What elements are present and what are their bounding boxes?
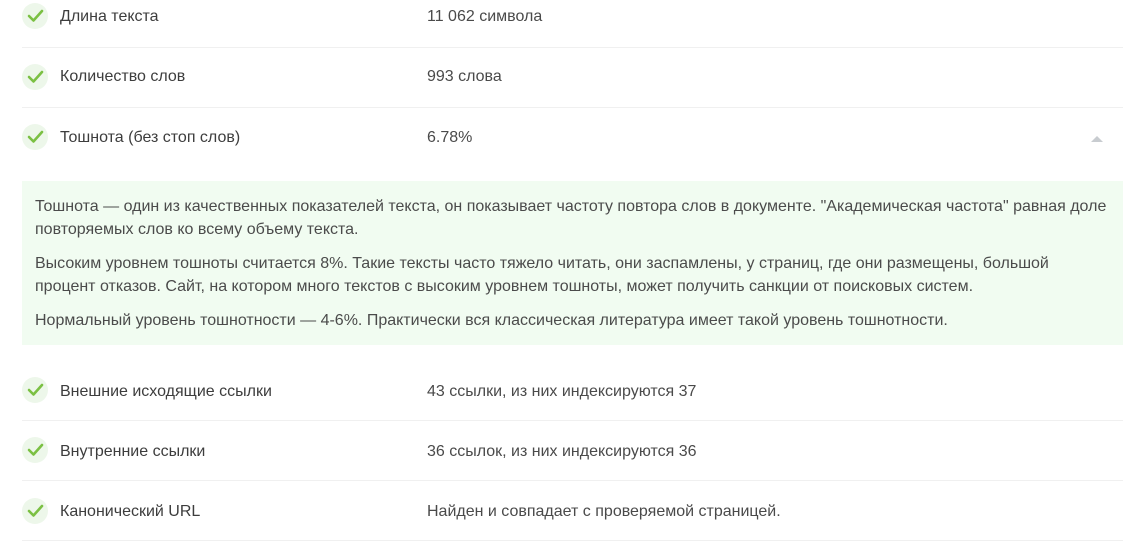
check-row-internal-links: Внутренние ссылки 36 ссылок, из них инде…: [22, 421, 1123, 481]
check-row-nausea[interactable]: Тошнота (без стоп слов) 6.78%: [22, 108, 1123, 168]
check-icon: [22, 498, 48, 524]
check-label: Количество слов: [60, 68, 186, 85]
info-paragraph: Нормальный уровень тошнотности — 4-6%. П…: [35, 312, 948, 329]
check-label: Канонический URL: [60, 503, 201, 520]
check-icon: [22, 437, 48, 463]
check-label: Внешние исходящие ссылки: [60, 383, 272, 400]
check-icon: [22, 124, 48, 150]
info-paragraph: Высоким уровнем тошноты считается 8%. Та…: [35, 255, 1049, 295]
check-label: Тошнота (без стоп слов): [60, 129, 241, 146]
check-value: 43 ссылки, из них индексируются 37: [427, 383, 697, 400]
check-row-text-length: Длина текста 11 062 символа: [22, 0, 1123, 48]
check-value: 36 ссылок, из них индексируются 36: [427, 443, 697, 460]
checks-list-bottom: Внешние исходящие ссылки 43 ссылки, из н…: [22, 361, 1123, 541]
check-label: Длина текста: [60, 8, 159, 25]
check-icon: [22, 377, 48, 403]
check-value: Найден и совпадает с проверяемой страниц…: [427, 503, 781, 520]
check-icon: [22, 64, 48, 90]
info-paragraph: Тошнота — один из качественных показател…: [35, 198, 1107, 238]
check-row-external-links: Внешние исходящие ссылки 43 ссылки, из н…: [22, 361, 1123, 421]
check-icon: [22, 3, 48, 29]
chevron-up-icon[interactable]: [1091, 136, 1103, 142]
check-value: 6.78%: [427, 129, 473, 146]
check-row-canonical-url: Канонический URL Найден и совпадает с пр…: [22, 481, 1123, 541]
check-value: 11 062 символа: [427, 8, 543, 25]
nausea-info-panel: Тошнота — один из качественных показател…: [22, 181, 1123, 345]
check-value: 993 слова: [427, 68, 502, 85]
check-label: Внутренние ссылки: [60, 443, 206, 460]
check-row-word-count: Количество слов 993 слова: [22, 48, 1123, 108]
checks-list-top: Длина текста 11 062 символа Количество с…: [22, 0, 1123, 168]
